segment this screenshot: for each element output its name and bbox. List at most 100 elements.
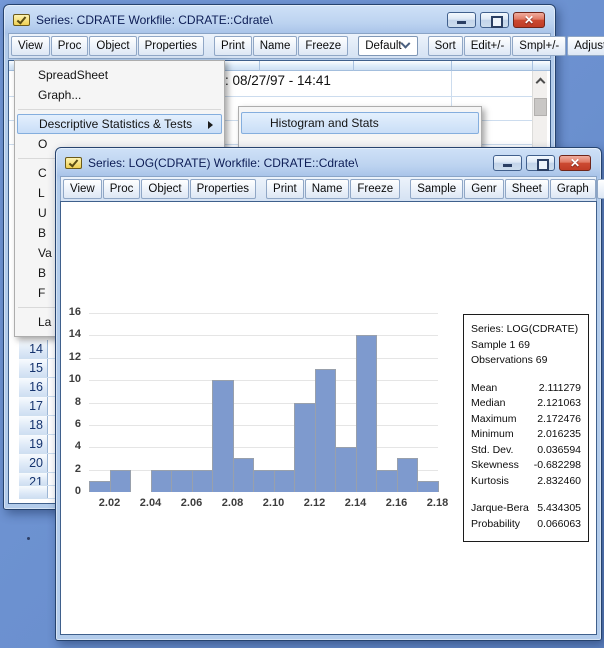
minimize-button[interactable] xyxy=(447,12,476,28)
row-header-20[interactable]: 20 xyxy=(19,454,57,473)
stat-value: 2.121063 xyxy=(537,396,581,412)
menu-item-label: C xyxy=(38,166,47,180)
y-tick-label: 2 xyxy=(60,463,81,475)
button-label: Edit+/- xyxy=(471,40,505,52)
row-number: 16 xyxy=(19,378,48,396)
toolbar-button-name[interactable]: Name xyxy=(305,179,350,199)
row-header-17[interactable]: 17 xyxy=(19,397,57,416)
row-header-14[interactable]: 14 xyxy=(19,340,57,359)
toolbar-button-graph[interactable]: Graph xyxy=(550,179,596,199)
toolbar-button-sheet[interactable]: Sheet xyxy=(505,179,549,199)
y-tick-label: 8 xyxy=(60,396,81,408)
button-label: Object xyxy=(96,40,129,52)
toolbar-button-properties[interactable]: Properties xyxy=(190,179,256,199)
histogram-bar xyxy=(171,470,193,492)
x-tick-label: 2.12 xyxy=(298,497,332,509)
stat-label: Probability xyxy=(471,517,520,533)
stat-row-std-dev: Std. Dev.0.036594 xyxy=(471,443,581,459)
x-tick-label: 2.10 xyxy=(257,497,291,509)
eviews-series-icon xyxy=(65,157,82,169)
close-button[interactable] xyxy=(513,12,545,28)
row-header-18[interactable]: 18 xyxy=(19,416,57,435)
window-title: Series: LOG(CDRATE) Workfile: CDRATE::Cd… xyxy=(88,156,358,170)
scrollbar-thumb[interactable] xyxy=(534,98,547,116)
descriptive-stats-panel: Series: LOG(CDRATE)Sample 1 69Observatio… xyxy=(463,314,589,542)
histogram-bar xyxy=(356,335,378,492)
x-tick-label: 2.16 xyxy=(380,497,414,509)
toolbar-button-sort[interactable]: Sort xyxy=(428,36,463,56)
stat-row-minimum: Minimum2.016235 xyxy=(471,427,581,443)
stat-value: 0.066063 xyxy=(537,517,581,533)
toolbar-button-proc[interactable]: Proc xyxy=(103,179,141,199)
view-menu-item-graph[interactable]: Graph... xyxy=(15,85,224,105)
titlebar-cdrate[interactable]: Series: CDRATE Workfile: CDRATE::Cdrate\ xyxy=(5,6,554,33)
menu-item-label: Va xyxy=(38,246,52,260)
toolbar-button-genr[interactable]: Genr xyxy=(464,179,504,199)
button-label: Sample xyxy=(417,183,456,195)
toolbar-button-edit[interactable]: Edit+/- xyxy=(464,36,512,56)
histogram-bar xyxy=(233,458,255,492)
view-menu-item-spreadsheet[interactable]: SpreadSheet xyxy=(15,65,224,85)
maximize-button[interactable] xyxy=(526,155,555,171)
desktop-artifact-dot xyxy=(27,537,30,540)
toolbar-button-name[interactable]: Name xyxy=(253,36,298,56)
row-number: 18 xyxy=(19,416,48,434)
stat-value: 2.172476 xyxy=(537,412,581,428)
maximize-button[interactable] xyxy=(480,12,509,28)
toolbar-button-print[interactable]: Print xyxy=(266,179,304,199)
histogram-bar xyxy=(397,458,419,492)
menu-item-label: La xyxy=(38,315,51,329)
button-label: Adjust+/- xyxy=(574,40,604,52)
histogram-bar xyxy=(253,470,275,492)
toolbar-button-properties[interactable]: Properties xyxy=(138,36,204,56)
y-tick-label: 12 xyxy=(60,351,81,363)
column-separator xyxy=(532,61,533,71)
submenu-item-histogram-and-stats[interactable]: Histogram and Stats xyxy=(241,112,479,134)
stat-label: Kurtosis xyxy=(471,474,509,490)
histogram-bar xyxy=(315,369,337,492)
submenu-arrow-icon xyxy=(208,121,213,129)
histogram-bar xyxy=(376,470,398,492)
toolbar-button-object[interactable]: Object xyxy=(89,36,136,56)
toolbar-button-print[interactable]: Print xyxy=(214,36,252,56)
scroll-up-icon[interactable] xyxy=(536,78,546,88)
toolbar-button-proc[interactable]: Proc xyxy=(51,36,89,56)
toolbar-button-view[interactable]: View xyxy=(11,36,50,56)
button-label: Freeze xyxy=(305,40,341,52)
toolbar-button-smpl[interactable]: Smpl+/- xyxy=(512,36,566,56)
button-label: Sort xyxy=(435,40,456,52)
stats-header-line: Series: LOG(CDRATE) xyxy=(471,322,581,338)
minimize-button[interactable] xyxy=(493,155,522,171)
toolbar-button-sample[interactable]: Sample xyxy=(410,179,463,199)
close-button[interactable] xyxy=(559,155,591,171)
spacer xyxy=(471,489,581,501)
view-menu-item-descriptive-statistics-tests[interactable]: Descriptive Statistics & Tests xyxy=(17,114,222,134)
titlebar-log-cdrate[interactable]: Series: LOG(CDRATE) Workfile: CDRATE::Cd… xyxy=(57,149,600,176)
stat-label: Maximum xyxy=(471,412,517,428)
row-header-16[interactable]: 16 xyxy=(19,378,57,397)
row-header-21[interactable]: 21 xyxy=(19,473,57,486)
toolbar-button-object[interactable]: Object xyxy=(141,179,188,199)
toolbar-button-freeze[interactable]: Freeze xyxy=(350,179,400,199)
stat-label: Jarque-Bera xyxy=(471,501,529,517)
dropdown-default[interactable]: Default xyxy=(358,36,417,56)
stat-value: 5.434305 xyxy=(537,501,581,517)
stat-value: 2.832460 xyxy=(537,474,581,490)
toolbar-button-view[interactable]: View xyxy=(63,179,102,199)
toolbar-button-freeze[interactable]: Freeze xyxy=(298,36,348,56)
test-row-probability: Probability 0.066063 xyxy=(471,517,581,533)
toolbar-cdrate: ViewProc Object Properties PrintName Freeze D… xyxy=(8,33,551,59)
row-number: 17 xyxy=(19,397,48,415)
stats-text: Observations 69 xyxy=(471,353,547,369)
button-label: View xyxy=(70,183,95,195)
row-header-19[interactable]: 19 xyxy=(19,435,57,454)
spacer xyxy=(471,369,581,381)
window-series-log-cdrate: Series: LOG(CDRATE) Workfile: CDRATE::Cd… xyxy=(55,147,602,641)
row-header-column: 1415161718192021 xyxy=(19,340,57,499)
y-gridline-6 xyxy=(89,425,438,426)
toolbar-button-stats[interactable]: Stats xyxy=(597,179,604,199)
column-separator xyxy=(451,61,452,71)
y-tick-label: 6 xyxy=(60,418,81,430)
toolbar-button-adjust[interactable]: Adjust+/- xyxy=(567,36,604,56)
row-header-15[interactable]: 15 xyxy=(19,359,57,378)
